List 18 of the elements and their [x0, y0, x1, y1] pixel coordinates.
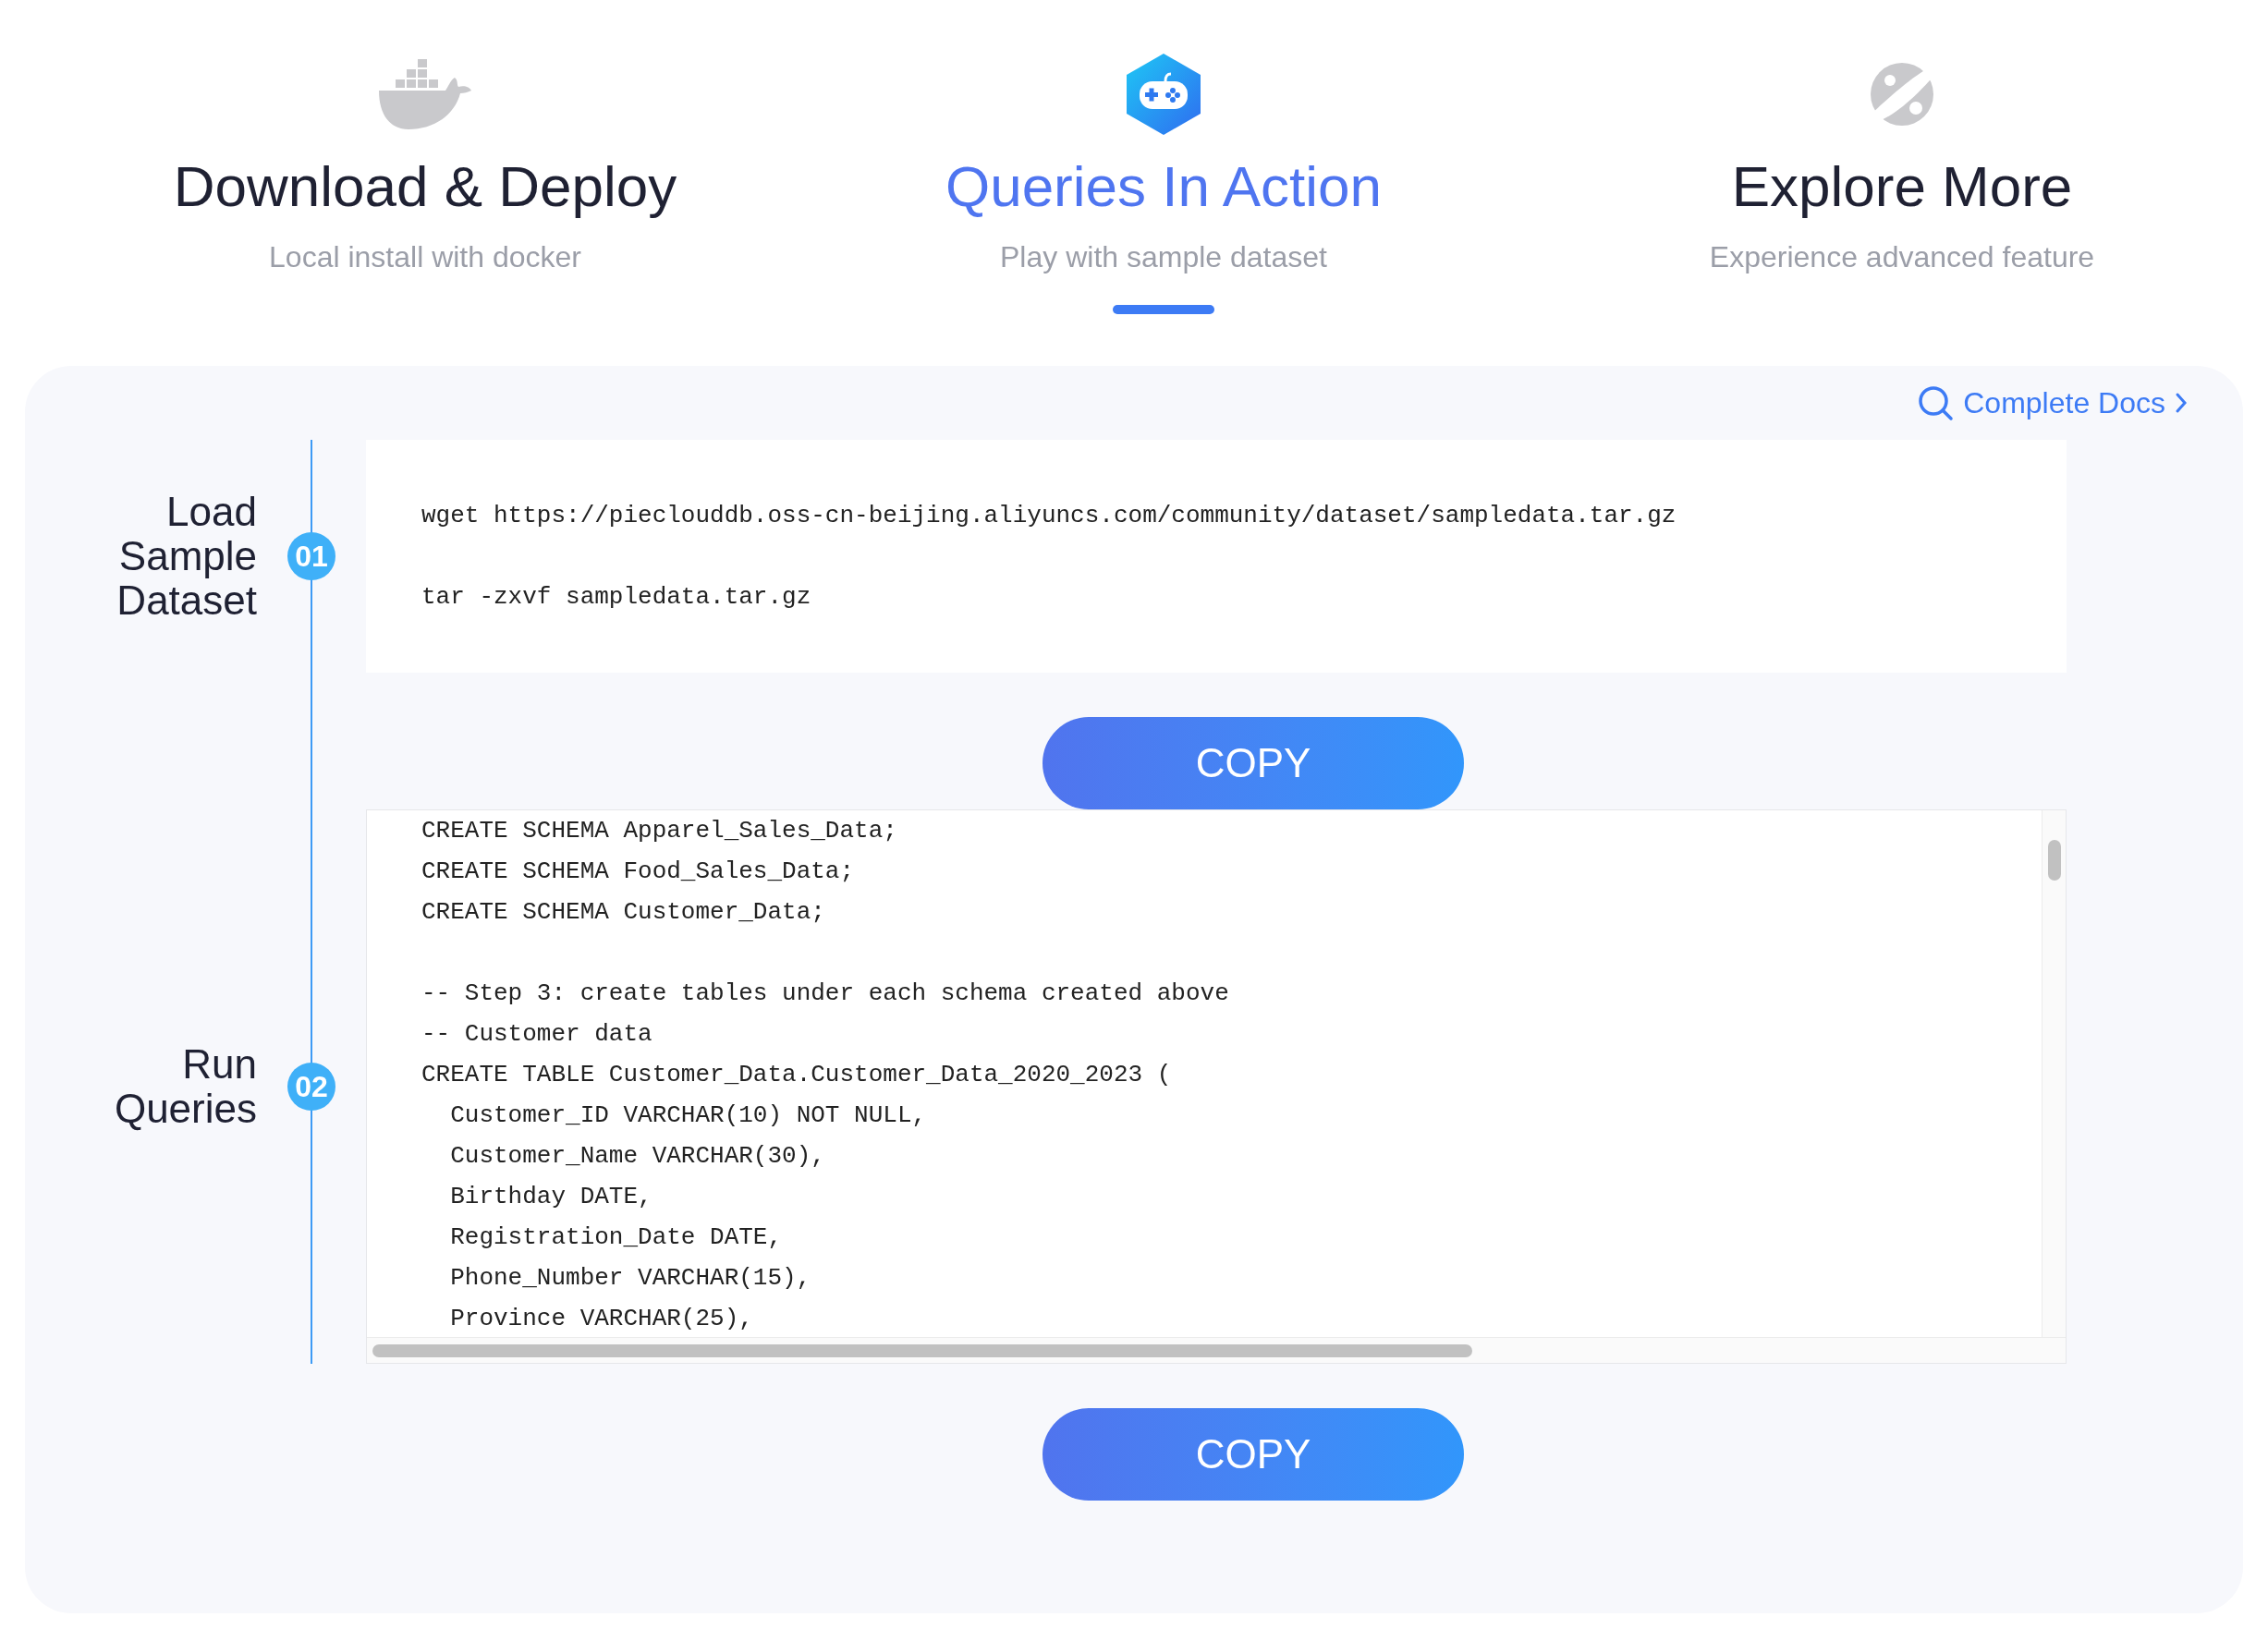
tab[interactable]: Download & Deploy Local install with docker: [173, 140, 677, 279]
complete-docs-link[interactable]: Complete Docs: [1917, 383, 2188, 423]
copy-button[interactable]: COPY: [1043, 1408, 1464, 1501]
whale-icon: [377, 59, 473, 129]
step-label: Run Queries: [113, 1042, 257, 1131]
horizontal-scrollbar[interactable]: [367, 1337, 2066, 1363]
tab[interactable]: Explore More Experience advanced feature: [1709, 140, 2095, 279]
search-icon: [1917, 384, 1955, 421]
step-label: Load Sample Dataset: [116, 490, 257, 623]
chevron-right-icon: [2175, 392, 2188, 414]
step-number-badge: 02: [287, 1063, 335, 1111]
code-block: wget https://pieclouddb.oss-cn-beijing.aliyuncs.com/community/dataset/sampledata.tar.gz tar -zxvf sampledata.tar.gz: [366, 440, 2067, 673]
gamepad-icon: [1125, 52, 1202, 137]
code-block: CREATE SCHEMA Apparel_Sales_Data; CREATE SCHEMA Food_Sales_Data; CREATE SCHEMA Customer_Data; -- Step 3: create tables under each schema created above -- Customer data CREATE TABLE Customer_Data.Customer_Data_2020_2023 ( Customer_ID VARCHAR(10) NOT NULL, Customer_Name VARCHAR(30), Birthday DATE, Registration_Date DATE, Phone_Number VARCHAR(15), Province VARCHAR(25),: [366, 809, 2067, 1364]
step-number-badge: 01: [287, 532, 335, 580]
vertical-scrollbar[interactable]: [2042, 810, 2066, 1337]
tab[interactable]: Queries In Action Play with sample dataset: [945, 140, 1383, 279]
copy-button[interactable]: COPY: [1043, 717, 1464, 809]
